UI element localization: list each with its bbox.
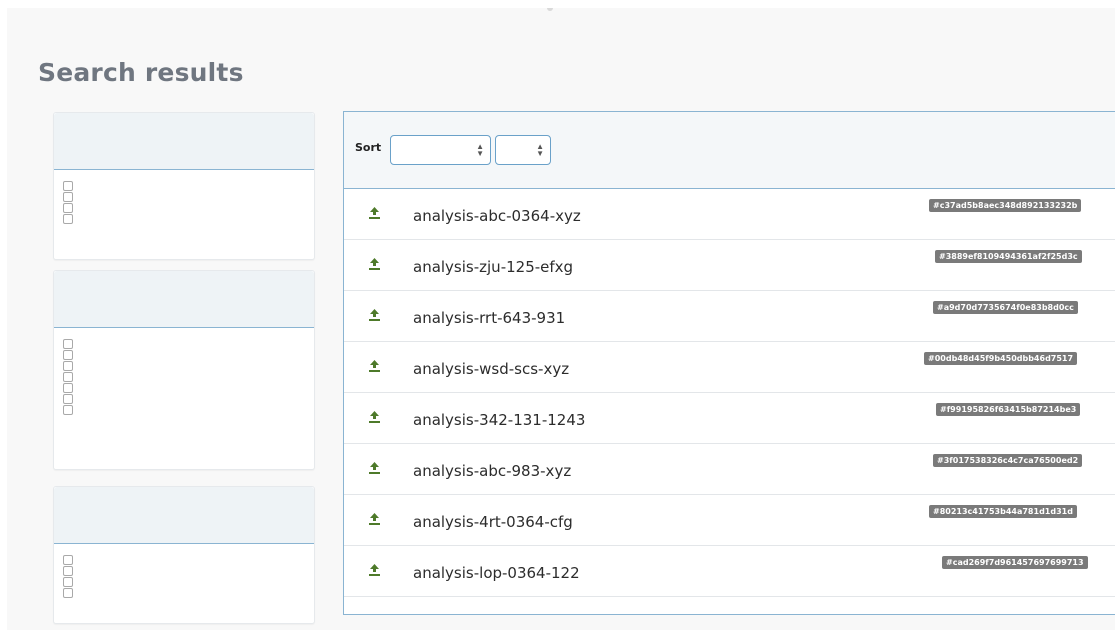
filter-checkbox[interactable] [63,214,73,224]
result-name[interactable]: analysis-4rt-0364-cfg [413,513,573,531]
filter-panel-2-header [54,271,314,328]
upload-icon [369,360,380,372]
filter-checkbox[interactable] [63,566,73,576]
filter-checkbox[interactable] [63,383,73,393]
filter-checkbox[interactable] [63,181,73,191]
filter-panel-3-options [54,544,314,598]
page: Search results Sort ▲ ▼ ▲ ▼ analysis-abc… [7,8,1115,630]
up-down-arrows-icon: ▲ ▼ [536,142,544,158]
filter-checkbox[interactable] [63,339,73,349]
filter-checkbox[interactable] [63,555,73,565]
upload-icon [369,309,380,321]
upload-icon [369,564,380,576]
results-panel: Sort ▲ ▼ ▲ ▼ analysis-abc-0364-xyz #c37ad5… [343,111,1115,615]
hash-badge: #c37ad5b8aec348d892133232b [929,199,1082,212]
filter-panel-2 [53,270,315,470]
hash-badge: #3889ef8109494361af2f25d3c [935,250,1082,263]
filter-checkbox[interactable] [63,350,73,360]
filter-checkbox[interactable] [63,192,73,202]
hash-badge: #3f017538326c4c7ca76500ed2 [933,454,1083,467]
result-row[interactable]: analysis-4rt-0364-cfg #80213c41753b44a78… [344,495,1115,546]
result-name[interactable]: analysis-lop-0364-122 [413,564,580,582]
result-row[interactable]: analysis-wsd-scs-xyz #00db48d45f9b450dbb… [344,342,1115,393]
upload-icon [369,462,380,474]
filter-checkbox[interactable] [63,405,73,415]
filter-checkbox[interactable] [63,372,73,382]
filter-panel-1-header [54,113,314,170]
filter-panel-1-options [54,170,314,224]
result-name[interactable]: analysis-zju-125-efxg [413,258,573,276]
result-row[interactable]: analysis-342-131-1243 #f99195826f63415b8… [344,393,1115,444]
upload-icon [369,411,380,423]
result-name[interactable]: analysis-342-131-1243 [413,411,585,429]
up-down-arrows-icon: ▲ ▼ [476,142,484,158]
sort-field-select[interactable]: ▲ ▼ [390,135,491,165]
hash-badge: #f99195826f63415b87214be3 [936,403,1081,416]
sort-label: Sort [355,141,382,154]
filter-checkbox[interactable] [63,588,73,598]
result-row[interactable]: analysis-rrt-643-931 #a9d70d7735674f0e83… [344,291,1115,342]
filter-panel-1 [53,112,315,260]
top-indicator [547,8,553,11]
filter-checkbox[interactable] [63,394,73,404]
result-name[interactable]: analysis-rrt-643-931 [413,309,565,327]
filter-panel-3 [53,486,315,624]
result-name[interactable]: analysis-abc-983-xyz [413,462,571,480]
hash-badge: #80213c41753b44a781d1d31d [929,505,1077,518]
upload-icon [369,258,380,270]
result-row[interactable]: analysis-abc-983-xyz #3f017538326c4c7ca7… [344,444,1115,495]
filter-checkbox[interactable] [63,203,73,213]
result-name[interactable]: analysis-abc-0364-xyz [413,207,581,225]
hash-badge: #00db48d45f9b450dbb46d7517 [924,352,1078,365]
hash-badge: #a9d70d7735674f0e83b8d0cc [933,301,1078,314]
filter-panel-3-header [54,487,314,544]
hash-badge: #cad269f7d961457697699713 [942,556,1088,569]
sort-order-select[interactable]: ▲ ▼ [495,135,551,165]
upload-icon [369,513,380,525]
page-title: Search results [38,58,244,87]
filter-checkbox[interactable] [63,577,73,587]
sort-toolbar: Sort ▲ ▼ ▲ ▼ [344,112,1115,189]
result-row[interactable]: analysis-lop-0364-122 #cad269f7d96145769… [344,546,1115,597]
result-row[interactable]: analysis-abc-0364-xyz #c37ad5b8aec348d89… [344,189,1115,240]
result-row[interactable]: analysis-zju-125-efxg #3889ef8109494361a… [344,240,1115,291]
upload-icon [369,207,380,219]
result-name[interactable]: analysis-wsd-scs-xyz [413,360,569,378]
filter-panel-2-options [54,328,314,415]
filter-checkbox[interactable] [63,361,73,371]
